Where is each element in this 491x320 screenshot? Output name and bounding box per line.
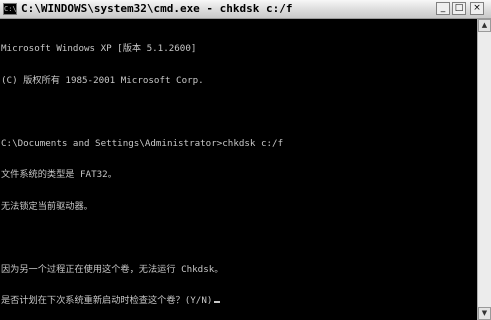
console-line: Microsoft Windows XP [版本 5.1.2600]	[1, 43, 197, 54]
maximize-button[interactable]: □	[452, 2, 466, 15]
console-prompt-text: 是否计划在下次系统重新启动时检查这个卷？(Y/N)	[1, 295, 213, 306]
console-output[interactable]: Microsoft Windows XP [版本 5.1.2600] (C) 版…	[1, 23, 461, 313]
vertical-scrollbar[interactable]: ▲ ▼	[477, 19, 491, 320]
console-prompt-line: 是否计划在下次系统重新启动时检查这个卷？(Y/N)	[1, 295, 461, 307]
console-line: (C) 版权所有 1985-2001 Microsoft Corp.	[1, 74, 204, 86]
window-title: C:\WINDOWS\system32\cmd.exe - chkdsk c:/…	[21, 2, 293, 15]
scroll-up-arrow-icon[interactable]: ▲	[478, 19, 491, 32]
title-bar[interactable]: C:\ C:\WINDOWS\system32\cmd.exe - chkdsk…	[0, 0, 491, 19]
console-line: 无法锁定当前驱动器。	[1, 200, 93, 212]
console-line: 文件系统的类型是 FAT32。	[1, 169, 117, 180]
scroll-down-arrow-icon[interactable]: ▼	[478, 307, 491, 320]
console-line: 因为另一个过程正在使用这个卷，无法运行 Chkdsk。	[1, 263, 224, 275]
console-line: C:\Documents and Settings\Administrator>…	[1, 137, 284, 149]
text-cursor[interactable]	[214, 301, 221, 303]
cmd-app-icon[interactable]: C:\	[3, 3, 17, 15]
cmd-window: C:\ C:\WINDOWS\system32\cmd.exe - chkdsk…	[0, 0, 491, 320]
minimize-button[interactable]: _	[436, 2, 450, 15]
close-button[interactable]: ×	[470, 2, 484, 15]
